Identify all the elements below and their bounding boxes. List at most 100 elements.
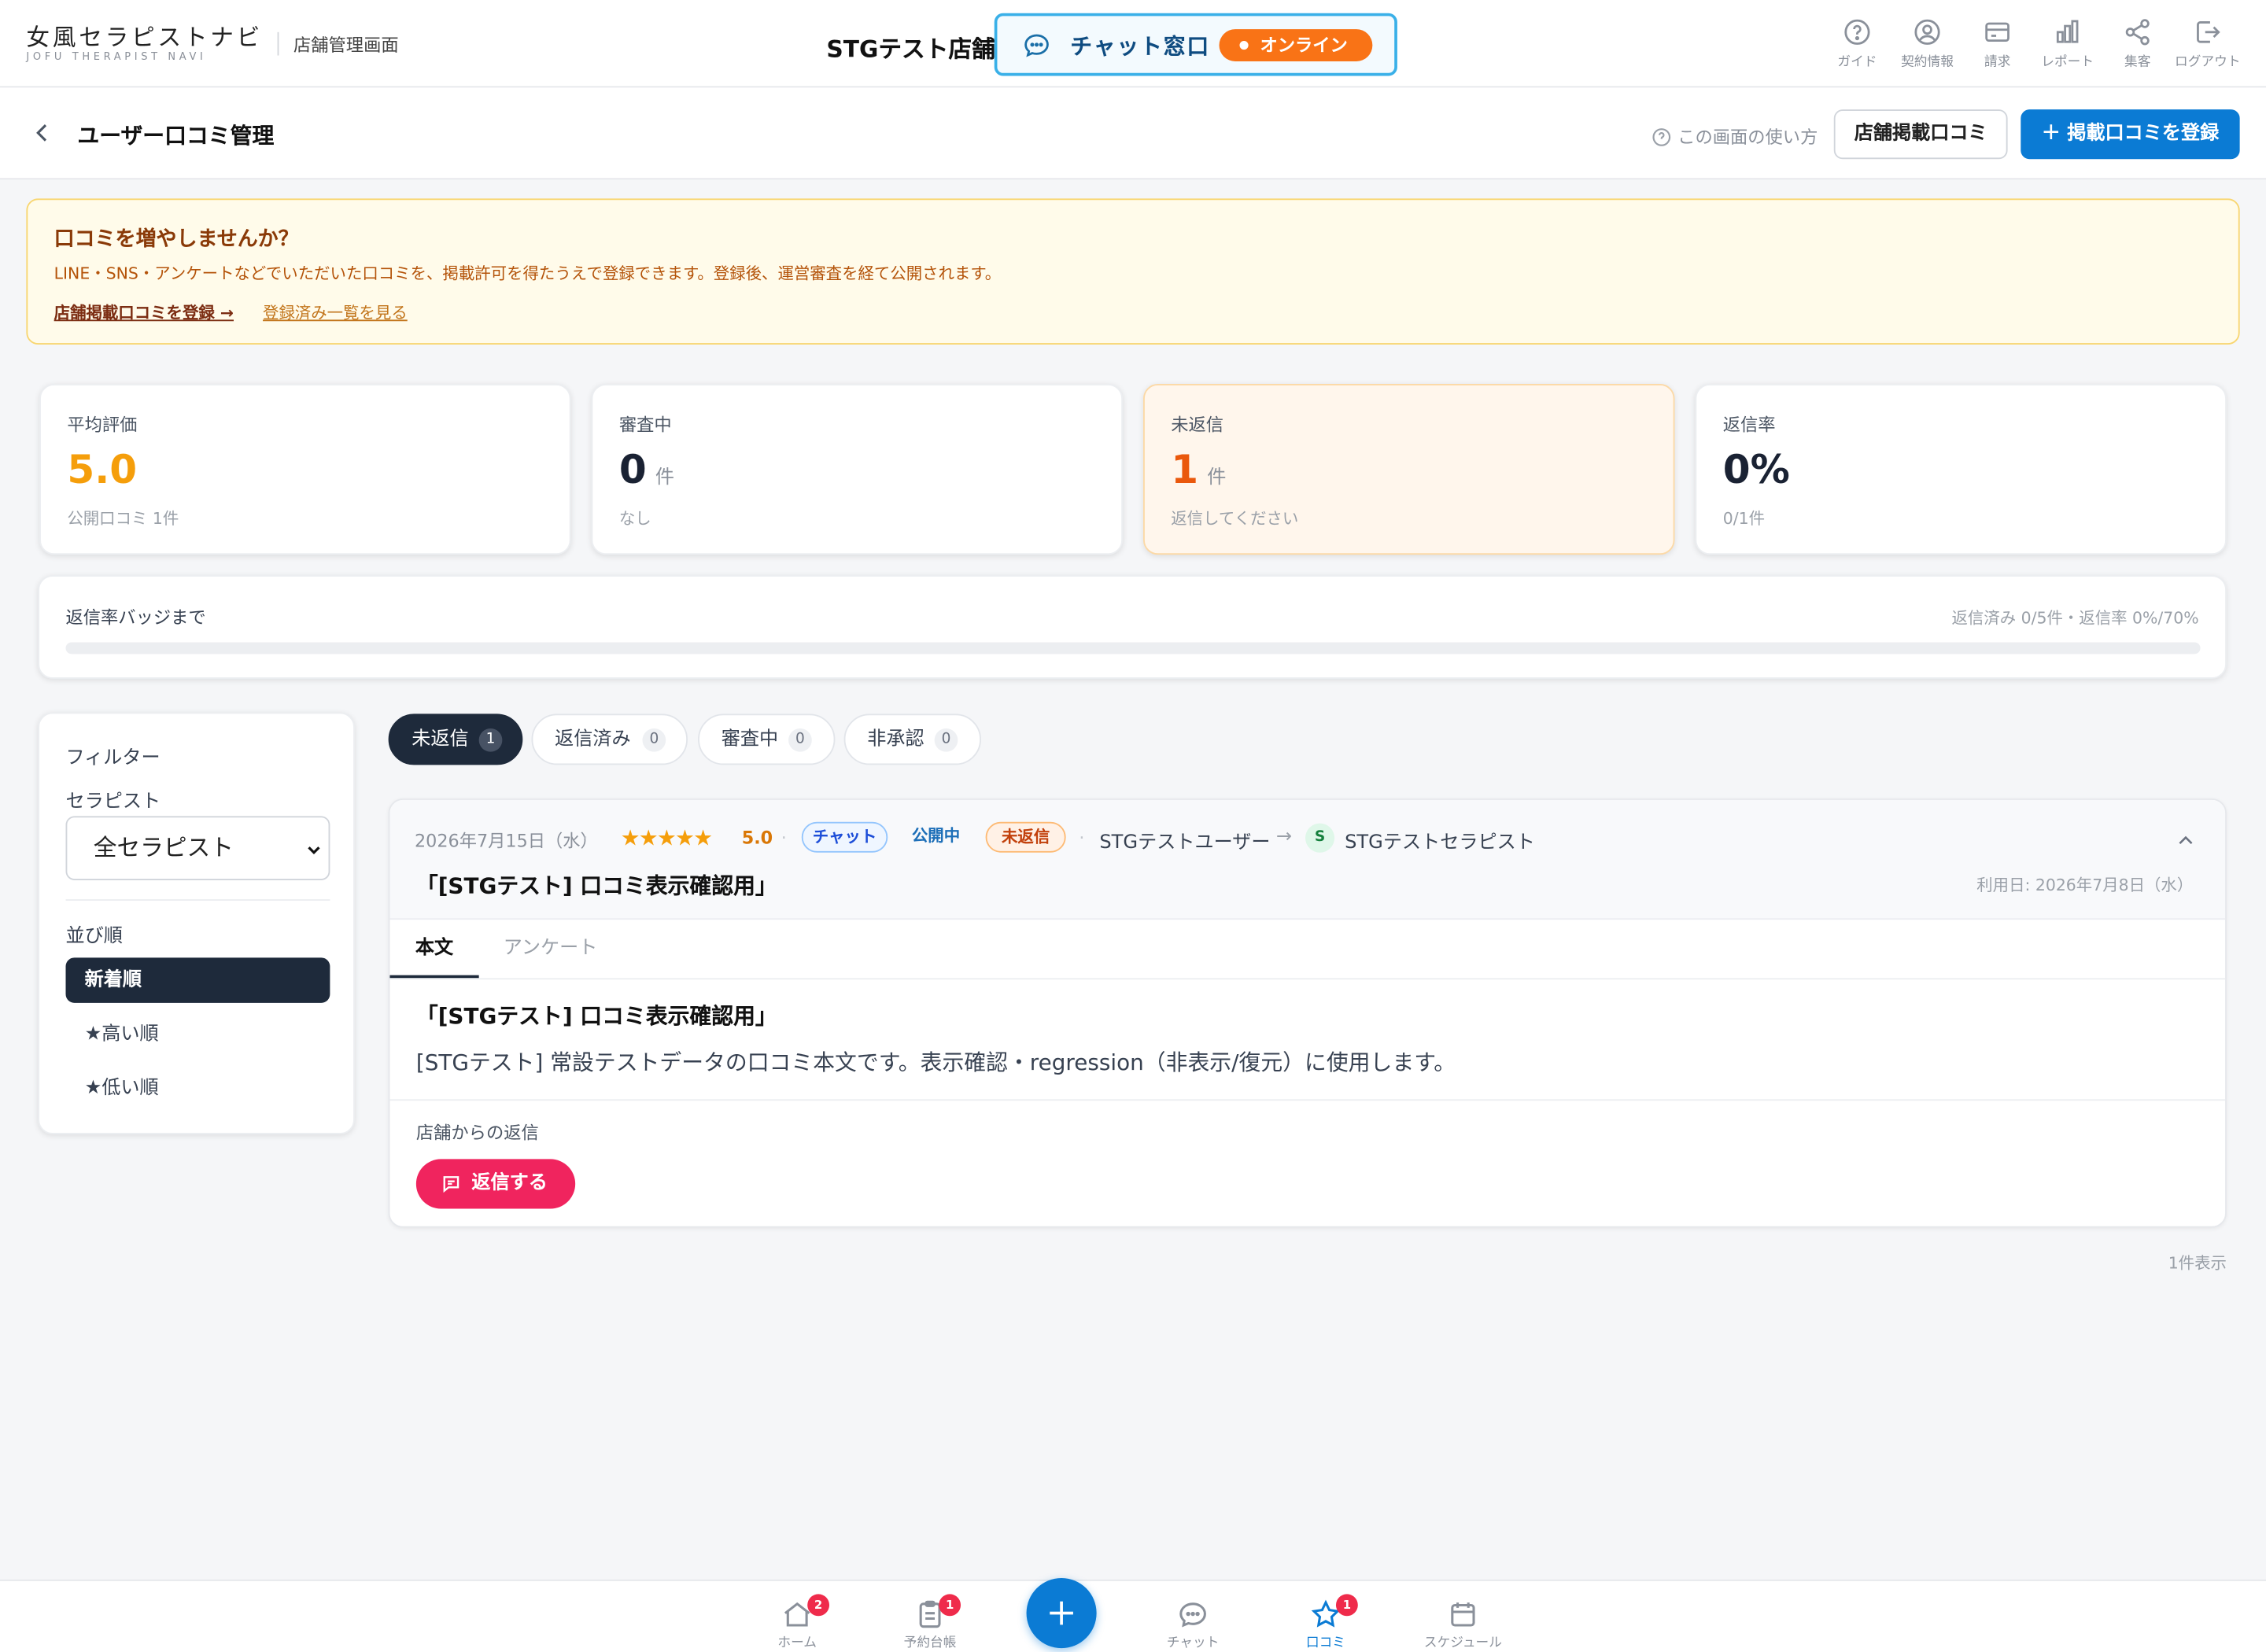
help-link[interactable]: この画面の使い方 bbox=[1652, 124, 1818, 149]
rating-score: 5.0 bbox=[741, 828, 773, 849]
registered-list-link[interactable]: 登録済み一覧を見る bbox=[263, 301, 408, 324]
tab-count: 1 bbox=[478, 728, 503, 752]
nav-marketing[interactable]: 集客 bbox=[2102, 17, 2172, 70]
separator-dot: · bbox=[781, 828, 787, 849]
nav-logout[interactable]: ログアウト bbox=[2172, 17, 2242, 70]
bottom-nav-label: 予約台帳 bbox=[903, 1636, 957, 1651]
divider bbox=[277, 31, 279, 56]
store-name: STGテスト店舗 bbox=[826, 35, 995, 63]
reviewer-name: STGテストユーザー bbox=[1099, 832, 1271, 854]
nav-contract-label: 契約情報 bbox=[1901, 55, 1954, 71]
tab-count: 0 bbox=[934, 728, 958, 752]
stat-label: 返信率 bbox=[1722, 415, 1776, 435]
page-header: ユーザー口コミ管理 この画面の使い方 店舗掲載口コミ ＋ 掲載口コミを登録 bbox=[0, 87, 2266, 180]
store-reviews-button[interactable]: 店舗掲載口コミ bbox=[1833, 109, 2008, 160]
credit-card-icon bbox=[1985, 22, 2010, 42]
stat-sub: 返信してください bbox=[1171, 509, 1299, 529]
divider bbox=[389, 1099, 2226, 1101]
notification-badge: 2 bbox=[807, 1594, 830, 1617]
help-link-label: この画面の使い方 bbox=[1677, 127, 1818, 148]
review-card-header[interactable]: 2026年7月15日（水） · ★★★★★ 5.0 · チャット 公開中 未返信… bbox=[389, 799, 2226, 920]
usage-date: 利用日: 2026年7月8日（水） bbox=[1976, 876, 2194, 895]
register-store-review-link[interactable]: 店舗掲載口コミを登録 → bbox=[54, 301, 234, 324]
back-button[interactable] bbox=[29, 120, 55, 152]
message-icon bbox=[443, 1176, 459, 1193]
sort-label: 並び順 bbox=[65, 925, 123, 948]
nav-report-label: レポート bbox=[2041, 55, 2094, 71]
stat-card-reply-rate: 返信率 0% 0/1件 bbox=[1695, 384, 2227, 555]
bottom-nav-home[interactable]: ホーム 2 bbox=[746, 1594, 848, 1651]
promo-banner: 口コミを増やしませんか？ LINE・SNS・アンケートなどでいただいた口コミを、… bbox=[26, 198, 2240, 345]
store-reply-label: 店舗からの返信 bbox=[415, 1123, 539, 1144]
top-header: 女風セラピストナビ JOFU THERAPIST NAVI 店舗管理画面 STG… bbox=[0, 0, 2266, 88]
page-title: ユーザー口コミ管理 bbox=[77, 122, 275, 149]
arrow-right-icon: → bbox=[1275, 826, 1293, 849]
chevron-up-icon[interactable] bbox=[2176, 829, 2196, 857]
bottom-nav-bookings[interactable]: 予約台帳 1 bbox=[879, 1594, 981, 1651]
reply-button[interactable]: 返信する bbox=[415, 1159, 576, 1209]
therapist-select-value: 全セラピスト bbox=[93, 833, 234, 861]
review-body-title: 「[STGテスト] 口コミ表示確認用」 bbox=[415, 1002, 777, 1030]
progress-bar bbox=[65, 642, 2201, 655]
tab-label: 未返信 bbox=[411, 728, 469, 750]
register-review-button[interactable]: ＋ 掲載口コミを登録 bbox=[2021, 109, 2240, 160]
chat-window-button[interactable]: チャット窓口 オンライン bbox=[994, 13, 1397, 76]
nav-marketing-label: 集客 bbox=[2124, 55, 2151, 71]
reply-button-label: 返信する bbox=[471, 1172, 548, 1194]
bottom-nav-label: 口コミ bbox=[1305, 1636, 1346, 1651]
result-count: 1件表示 bbox=[2168, 1254, 2227, 1274]
help-circle-icon bbox=[1844, 19, 1870, 45]
nav-report[interactable]: レポート bbox=[2032, 17, 2102, 70]
sort-newest[interactable]: 新着順 bbox=[65, 957, 330, 1003]
therapist-label: セラピスト bbox=[65, 791, 161, 813]
stat-sub: 公開口コミ 1件 bbox=[67, 509, 179, 529]
admin-tag: 店舗管理画面 bbox=[293, 35, 399, 56]
bottom-nav-label: スケジュール bbox=[1423, 1636, 1502, 1651]
bottom-nav-label: チャット bbox=[1166, 1636, 1220, 1651]
review-card: 2026年7月15日（水） · ★★★★★ 5.0 · チャット 公開中 未返信… bbox=[388, 798, 2227, 1228]
filter-title: フィルター bbox=[65, 747, 161, 769]
divider bbox=[65, 899, 330, 901]
stat-value: 1件 bbox=[1171, 448, 1227, 494]
sort-rating-low[interactable]: ★低い順 bbox=[66, 1066, 330, 1112]
review-body-text: [STGテスト] 常設テストデータの口コミ本文です。表示確認・regressio… bbox=[415, 1049, 1456, 1076]
tab-label: 返信済み bbox=[555, 728, 631, 750]
banner-title: 口コミを増やしませんか？ bbox=[54, 227, 299, 252]
stat-card-average: 平均評価 5.0 公開口コミ 1件 bbox=[39, 384, 571, 555]
nav-guide-label: ガイド bbox=[1837, 55, 1877, 71]
tab-unreplied[interactable]: 未返信 1 bbox=[388, 714, 523, 765]
tab-survey[interactable]: アンケート bbox=[500, 920, 602, 978]
chat-window-label: チャット窓口 bbox=[1070, 33, 1211, 61]
user-circle-icon bbox=[1914, 19, 1940, 45]
filter-panel: フィルター セラピスト 全セラピスト 並び順 新着順 ★高い順 ★低い順 bbox=[38, 712, 355, 1134]
nav-guide[interactable]: ガイド bbox=[1822, 17, 1892, 70]
nav-billing[interactable]: 請求 bbox=[1962, 17, 2032, 70]
nav-contract[interactable]: 契約情報 bbox=[1892, 17, 1962, 70]
star-rating: ★★★★★ bbox=[620, 824, 713, 851]
tab-label: 審査中 bbox=[721, 728, 779, 750]
add-button[interactable] bbox=[1026, 1578, 1097, 1649]
progress-label: 返信率バッジまで bbox=[65, 607, 206, 628]
bottom-nav-schedule[interactable]: スケジュール bbox=[1412, 1599, 1514, 1651]
bottom-nav-chat[interactable]: チャット bbox=[1142, 1599, 1244, 1651]
tab-reviewing[interactable]: 審査中 0 bbox=[698, 714, 836, 765]
logo[interactable]: 女風セラピストナビ bbox=[26, 17, 263, 53]
tab-rejected[interactable]: 非承認 0 bbox=[843, 714, 982, 765]
tab-body[interactable]: 本文 bbox=[389, 920, 479, 979]
tab-replied[interactable]: 返信済み 0 bbox=[531, 714, 688, 765]
stat-card-unreplied[interactable]: 未返信 1件 返信してください bbox=[1143, 384, 1675, 555]
bar-chart-icon bbox=[2056, 20, 2079, 43]
stat-label: 未返信 bbox=[1171, 415, 1224, 435]
separator-dot: · bbox=[1079, 828, 1085, 849]
stat-label: 審査中 bbox=[618, 415, 672, 435]
unreplied-chip: 未返信 bbox=[985, 821, 1066, 853]
online-status-badge: オンライン bbox=[1219, 29, 1373, 61]
bottom-nav-reviews[interactable]: 口コミ 1 bbox=[1275, 1594, 1377, 1651]
therapist-name: STGテストセラピスト bbox=[1345, 832, 1535, 854]
sort-rating-high[interactable]: ★高い順 bbox=[66, 1012, 330, 1057]
tab-label: 非承認 bbox=[867, 728, 924, 750]
chat-bubble-icon bbox=[1024, 32, 1050, 65]
public-status-chip: 公開中 bbox=[911, 826, 961, 846]
banner-description: LINE・SNS・アンケートなどでいただいた口コミを、掲載許可を得たうえで登録で… bbox=[54, 264, 1002, 284]
therapist-select[interactable]: 全セラピスト bbox=[65, 816, 330, 880]
